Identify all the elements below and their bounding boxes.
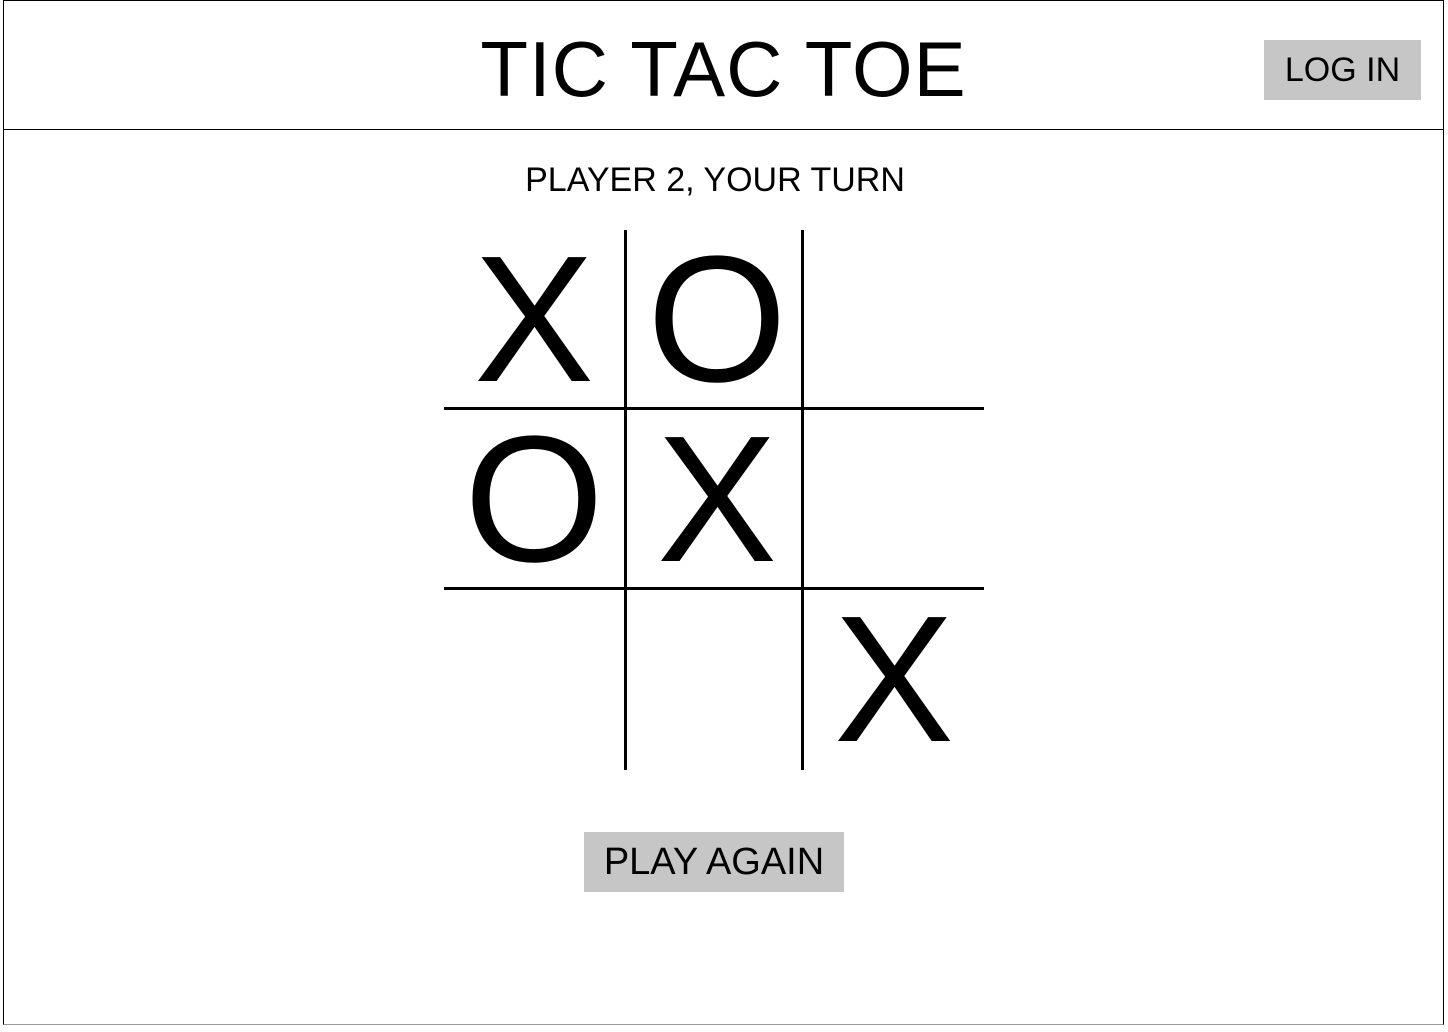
- cell-mark: O: [463, 399, 604, 600]
- game-board: X O O X X: [444, 230, 984, 770]
- cell-mark: X: [833, 579, 955, 780]
- play-again-button[interactable]: PLAY AGAIN: [584, 832, 844, 892]
- login-button[interactable]: LOG IN: [1264, 40, 1421, 100]
- board-cell-7[interactable]: [444, 590, 624, 770]
- board-cell-2[interactable]: O: [627, 230, 807, 410]
- board-cell-4[interactable]: O: [444, 410, 624, 590]
- cell-mark: X: [473, 219, 595, 420]
- board-cell-1[interactable]: X: [444, 230, 624, 410]
- cell-mark: O: [646, 219, 787, 420]
- board-cell-8[interactable]: [627, 590, 807, 770]
- cell-mark: X: [656, 399, 778, 600]
- turn-status: PLAYER 2, YOUR TURN: [525, 161, 905, 199]
- header: TIC TAC TOE LOG IN: [3, 0, 1444, 130]
- board-cell-5[interactable]: X: [627, 410, 807, 590]
- board-cell-9[interactable]: X: [804, 590, 984, 770]
- board-cell-3[interactable]: [804, 230, 984, 410]
- app-title: TIC TAC TOE: [480, 25, 967, 113]
- board-cell-6[interactable]: [804, 410, 984, 590]
